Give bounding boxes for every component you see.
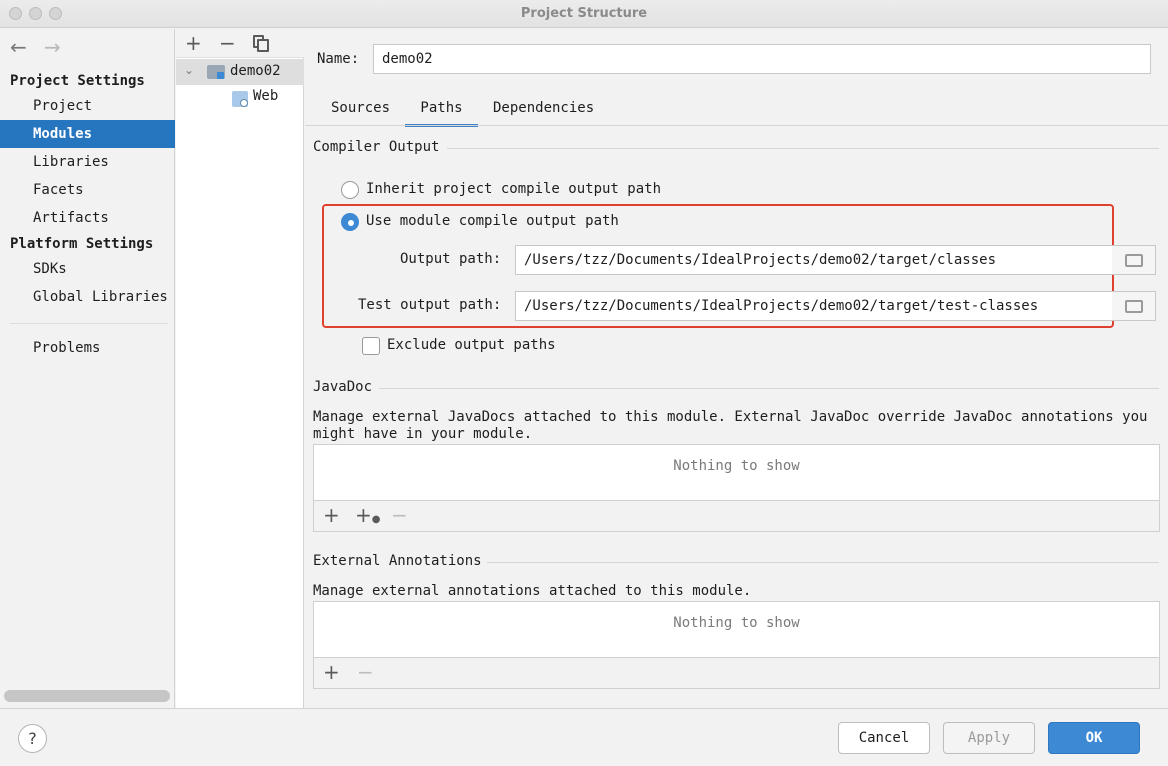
folder-icon	[1125, 300, 1143, 313]
inherit-output-radio[interactable]	[341, 181, 359, 199]
dialog-footer: ? Cancel Apply OK	[0, 708, 1168, 766]
forward-arrow-icon[interactable]: →	[44, 35, 61, 59]
remove-annotation-icon[interactable]: −	[357, 660, 374, 684]
sidebar-item-facets[interactable]: Facets	[0, 176, 175, 204]
settings-sidebar: ← → Project Settings Project Modules Lib…	[0, 29, 175, 708]
compiler-output-separator	[447, 148, 1159, 149]
project-settings-heading: Project Settings	[10, 73, 145, 89]
external-annotations-description: Manage external annotations attached to …	[313, 583, 752, 599]
sidebar-item-modules[interactable]: Modules	[0, 120, 175, 148]
folder-icon	[1125, 254, 1143, 267]
sidebar-item-libraries[interactable]: Libraries	[0, 148, 175, 176]
use-module-output-radio[interactable]	[341, 213, 359, 231]
module-tree-pane: + − ⌄ demo02 Web	[176, 29, 304, 708]
module-folder-icon	[207, 65, 225, 79]
output-path-input[interactable]: /Users/tzz/Documents/IdealProjects/demo0…	[515, 245, 1113, 275]
compiler-output-title: Compiler Output	[313, 139, 440, 155]
javadoc-separator	[379, 388, 1159, 389]
back-arrow-icon[interactable]: ←	[10, 35, 27, 59]
javadoc-description-line1: Manage external JavaDocs attached to thi…	[313, 409, 1148, 425]
module-tree-toolbar: + −	[176, 29, 304, 58]
output-path-label: Output path:	[400, 251, 502, 267]
use-module-output-label[interactable]: Use module compile output path	[366, 213, 619, 229]
tab-sources[interactable]: Sources	[331, 97, 390, 127]
module-settings-panel: Name: demo02 Sources Paths Dependencies …	[305, 29, 1168, 708]
sidebar-item-artifacts[interactable]: Artifacts	[0, 204, 175, 232]
web-facet-icon	[232, 91, 248, 107]
exclude-output-paths-checkbox[interactable]	[362, 337, 380, 355]
sidebar-item-project[interactable]: Project	[0, 92, 175, 120]
test-output-path-label: Test output path:	[358, 297, 502, 313]
external-annotations-list-toolbar: + −	[313, 658, 1160, 689]
javadoc-list[interactable]: Nothing to show	[313, 444, 1160, 501]
remove-module-icon[interactable]: −	[219, 31, 236, 55]
add-javadoc-url-icon[interactable]: +●	[355, 503, 381, 527]
tab-paths[interactable]: Paths	[405, 97, 478, 127]
external-annotations-list[interactable]: Nothing to show	[313, 601, 1160, 658]
remove-javadoc-icon[interactable]: −	[391, 503, 408, 527]
name-label: Name:	[317, 51, 360, 67]
sidebar-horizontal-scrollbar[interactable]	[4, 690, 170, 702]
javadoc-description-line2: might have in your module.	[313, 426, 533, 442]
test-output-path-browse-button[interactable]	[1112, 291, 1156, 321]
javadoc-title: JavaDoc	[313, 379, 373, 395]
apply-button[interactable]: Apply	[943, 722, 1035, 754]
tab-dependencies[interactable]: Dependencies	[493, 97, 594, 127]
add-module-icon[interactable]: +	[185, 31, 202, 55]
tab-divider	[305, 125, 1168, 126]
tree-label-web[interactable]: Web	[253, 88, 278, 104]
copy-module-icon[interactable]	[253, 35, 269, 52]
add-annotation-icon[interactable]: +	[323, 660, 340, 684]
output-path-browse-button[interactable]	[1112, 245, 1156, 275]
sidebar-item-sdks[interactable]: SDKs	[0, 255, 175, 283]
javadoc-list-toolbar: + +● −	[313, 501, 1160, 532]
platform-settings-heading: Platform Settings	[10, 236, 154, 252]
sidebar-divider	[10, 323, 168, 324]
external-annotations-empty-text: Nothing to show	[673, 615, 800, 631]
title-bar: Project Structure	[0, 0, 1168, 28]
tree-label-demo02: demo02	[230, 63, 281, 79]
inherit-output-label[interactable]: Inherit project compile output path	[366, 181, 661, 197]
cancel-button[interactable]: Cancel	[838, 722, 930, 754]
test-output-path-input[interactable]: /Users/tzz/Documents/IdealProjects/demo0…	[515, 291, 1113, 321]
external-annotations-title: External Annotations	[313, 553, 482, 569]
help-button[interactable]: ?	[18, 724, 47, 753]
sidebar-item-global-libraries[interactable]: Global Libraries	[0, 283, 175, 311]
external-annotations-separator	[487, 562, 1159, 563]
chevron-down-icon[interactable]: ⌄	[184, 63, 194, 77]
module-name-input[interactable]: demo02	[373, 44, 1151, 74]
sidebar-item-problems[interactable]: Problems	[0, 334, 175, 362]
javadoc-empty-text: Nothing to show	[673, 458, 800, 474]
exclude-output-paths-label[interactable]: Exclude output paths	[387, 337, 556, 353]
add-javadoc-icon[interactable]: +	[323, 503, 340, 527]
ok-button[interactable]: OK	[1048, 722, 1140, 754]
window-title: Project Structure	[520, 6, 648, 21]
